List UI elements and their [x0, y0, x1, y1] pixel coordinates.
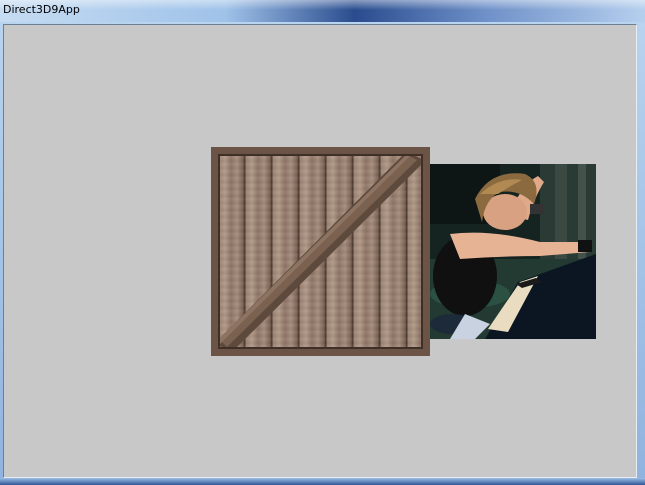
crate-rim	[211, 147, 430, 356]
pianist-photo-image	[430, 164, 596, 339]
title-bar-glare	[0, 0, 645, 10]
direct3d-viewport[interactable]	[4, 25, 636, 477]
title-bar[interactable]: Direct3D9App	[0, 0, 645, 22]
window-frame-bottom	[0, 478, 645, 485]
wooden-crate-texture	[211, 147, 430, 356]
window-title: Direct3D9App	[3, 3, 80, 16]
client-area[interactable]	[3, 24, 637, 478]
window-frame-right	[637, 22, 645, 485]
app-window: Direct3D9App	[0, 0, 645, 485]
pianist-photo-texture	[430, 164, 596, 339]
